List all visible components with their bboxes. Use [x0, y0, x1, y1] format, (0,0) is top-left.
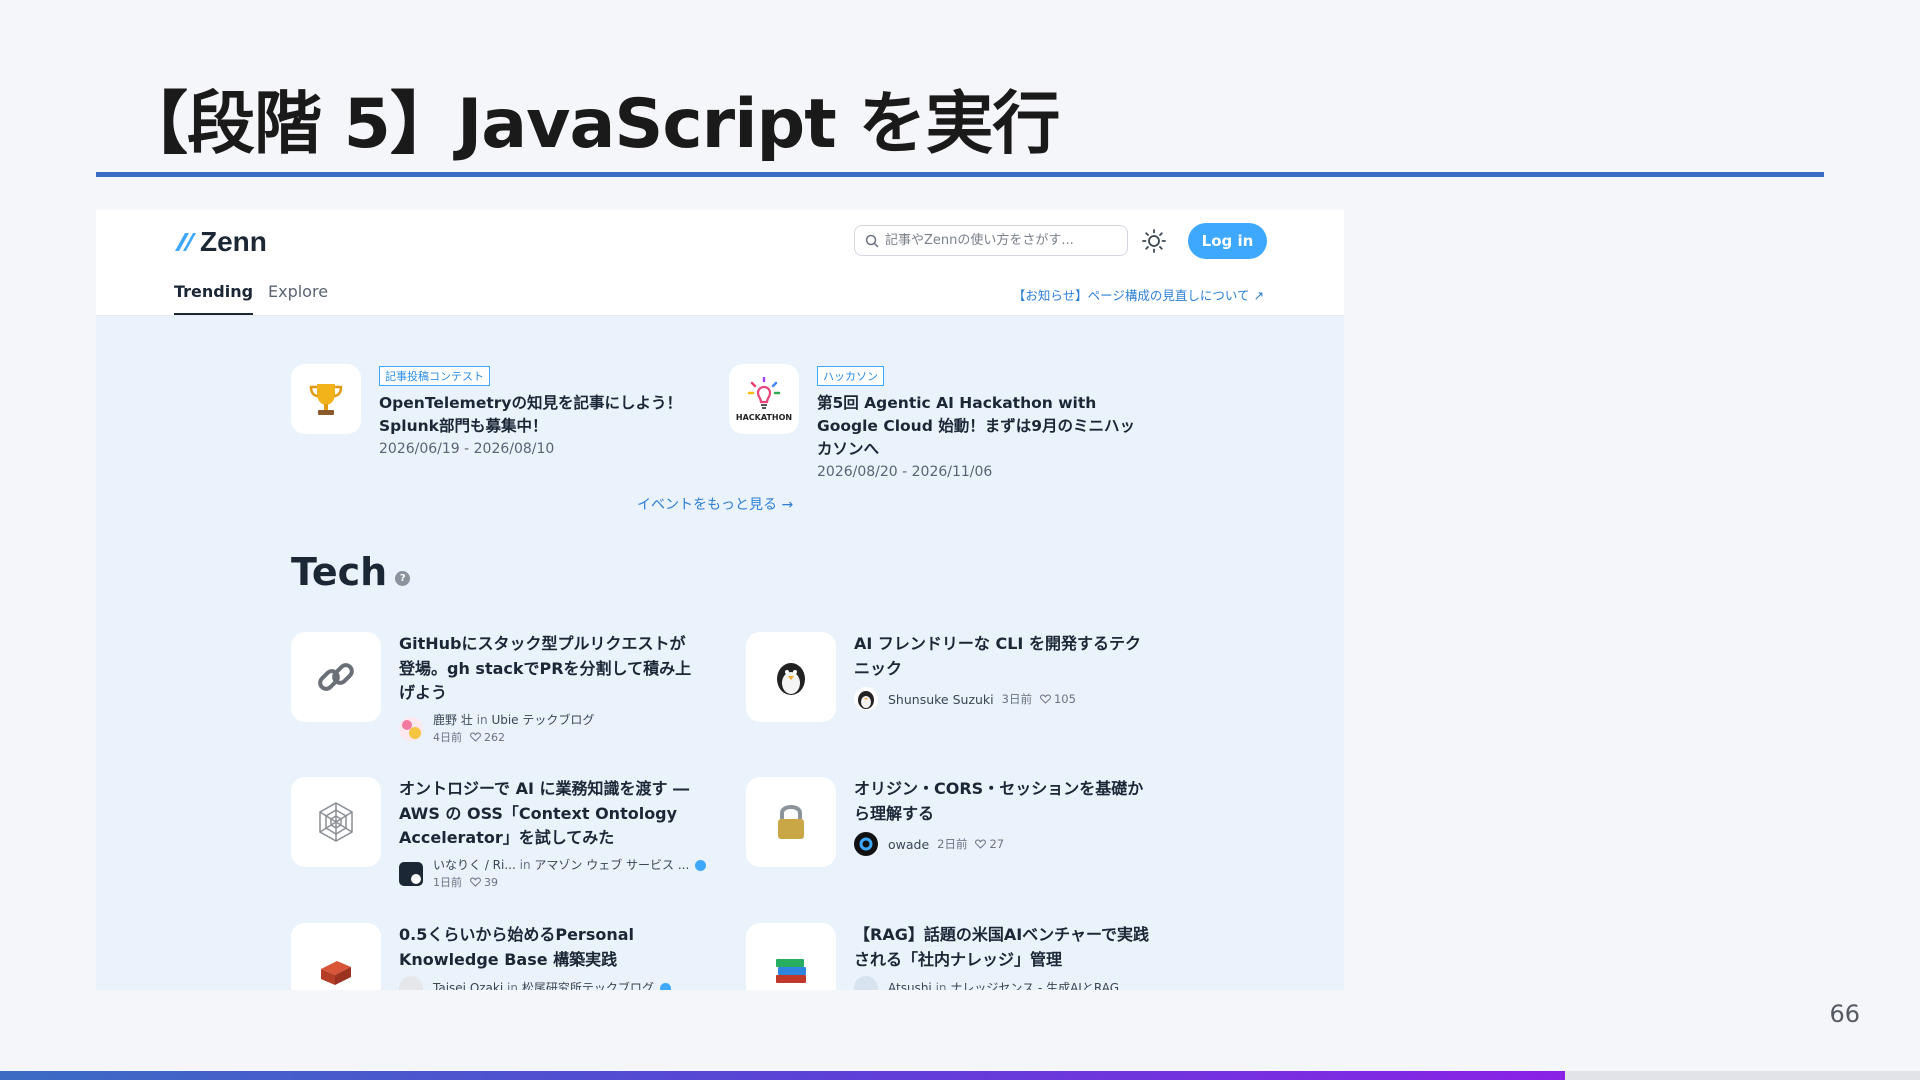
event-tag: 記事投稿コンテスト: [379, 366, 490, 386]
article-title[interactable]: AI フレンドリーな CLI を開発するテクニック: [854, 632, 1154, 681]
like-count: 105: [1053, 692, 1076, 706]
author-name[interactable]: Atsushi: [888, 980, 932, 991]
hackathon-lightbulb-icon: HACKATHON: [729, 364, 799, 434]
article-title[interactable]: 0.5くらいから始めるPersonal Knowledge Base 構築実践: [399, 923, 699, 972]
article-title[interactable]: オリジン・CORS・セッションを基礎から理解する: [854, 777, 1154, 826]
bricks-icon: [291, 923, 381, 990]
like-count: 262: [484, 730, 505, 744]
books-icon: [746, 923, 836, 990]
like-count: 39: [484, 875, 498, 889]
article-date: 2日前: [937, 837, 968, 851]
heart-icon: [975, 839, 987, 849]
tech-section-header: Tech ?: [291, 550, 411, 594]
search-icon: [865, 234, 879, 248]
slide-title: 【段階 5】JavaScript を実行: [120, 85, 1060, 164]
article-card[interactable]: 0.5くらいから始めるPersonal Knowledge Base 構築実践 …: [291, 923, 699, 990]
event-title[interactable]: 第5回 Agentic AI Hackathon with Google Clo…: [817, 392, 1137, 461]
article-title[interactable]: GitHubにスタック型プルリクエストが登場。gh stackでPRを分割して積…: [399, 632, 699, 706]
title-underline: [96, 172, 1824, 177]
article-title[interactable]: オントロジーで AI に業務知識を渡す ― AWS の OSS「Context …: [399, 777, 709, 851]
article-card[interactable]: オリジン・CORS・セッションを基礎から理解する owade 2日前 27: [746, 777, 1154, 867]
event-card[interactable]: HACKATHON ハッカソン 第5回 Agentic AI Hackathon…: [729, 364, 1137, 480]
zenn-header: Zenn Log in Trending Explore 【お知らせ】ページ構成…: [96, 210, 1344, 316]
author-name[interactable]: 鹿野 壮: [433, 713, 473, 727]
article-card[interactable]: GitHubにスタック型プルリクエストが登場。gh stackでPRを分割して積…: [291, 632, 699, 746]
publication-name[interactable]: ナレッジセンス - 生成AIとRAG: [950, 980, 1119, 991]
event-tag: ハッカソン: [817, 366, 884, 386]
author-name[interactable]: Shunsuke Suzuki: [888, 692, 994, 707]
verified-badge-icon: [695, 859, 707, 871]
like-count: 27: [989, 837, 1005, 851]
article-date: 1日前: [433, 875, 462, 889]
more-events-link[interactable]: イベントをもっと見る →: [637, 494, 793, 514]
page-number: 66: [1829, 1000, 1860, 1028]
bottom-accent-bar: [0, 1071, 1565, 1080]
avatar[interactable]: [399, 976, 423, 990]
avatar[interactable]: [854, 832, 878, 856]
event-title[interactable]: OpenTelemetryの知見を記事にしよう！Splunk部門も募集中！: [379, 392, 699, 438]
zenn-logo[interactable]: Zenn: [174, 226, 267, 258]
trophy-icon: [291, 364, 361, 434]
penguin-icon: [746, 632, 836, 722]
author-name[interactable]: Taisei Ozaki: [433, 980, 503, 991]
bottom-bar-track: [1565, 1071, 1920, 1080]
heart-icon: [1040, 694, 1051, 704]
event-date: 2026/08/20 - 2026/11/06: [817, 464, 993, 480]
publication-name[interactable]: アマゾン ウェブ サービス ...: [534, 857, 689, 874]
search-input[interactable]: [885, 233, 1115, 248]
zenn-logo-text: Zenn: [200, 226, 267, 257]
article-date: 4日前: [433, 730, 462, 744]
event-date: 2026/06/19 - 2026/08/10: [379, 441, 555, 457]
avatar[interactable]: [399, 716, 423, 741]
avatar[interactable]: [854, 976, 878, 990]
link-icon: [291, 632, 381, 722]
publication-name[interactable]: 松尾研究所テックブログ: [522, 980, 654, 991]
search-box[interactable]: [854, 225, 1128, 256]
author-name[interactable]: owade: [888, 837, 929, 852]
event-card[interactable]: 記事投稿コンテスト OpenTelemetryの知見を記事にしよう！Splunk…: [291, 364, 699, 457]
browser-screenshot: Zenn Log in Trending Explore 【お知らせ】ページ構成…: [96, 210, 1344, 990]
section-title: Tech: [291, 550, 388, 594]
help-icon[interactable]: ?: [395, 570, 411, 586]
publication-name[interactable]: Ubie テックブログ: [491, 713, 594, 727]
theme-toggle-sun-icon[interactable]: [1141, 228, 1167, 254]
article-title[interactable]: 【RAG】話題の米国AIベンチャーで実践される「社内ナレッジ」管理: [854, 923, 1154, 972]
heart-icon: [470, 877, 481, 887]
article-card[interactable]: AI フレンドリーな CLI を開発するテクニック Shunsuke Suzuk…: [746, 632, 1154, 722]
article-card[interactable]: 【RAG】話題の米国AIベンチャーで実践される「社内ナレッジ」管理 Atsush…: [746, 923, 1154, 990]
zenn-logo-icon: [175, 233, 196, 251]
lock-icon: [746, 777, 836, 867]
avatar[interactable]: [854, 687, 878, 711]
article-date: 3日前: [1001, 692, 1032, 706]
verified-badge-icon: [659, 982, 671, 990]
notice-link[interactable]: 【お知らせ】ページ構成の見直しについて ↗: [1013, 285, 1264, 304]
author-name[interactable]: いなりく / Ri...: [433, 857, 516, 874]
spider-web-icon: [291, 777, 381, 867]
article-card[interactable]: オントロジーで AI に業務知識を渡す ― AWS の OSS「Context …: [291, 777, 709, 891]
tab-explore[interactable]: Explore: [268, 282, 328, 313]
login-button[interactable]: Log in: [1188, 223, 1267, 259]
avatar[interactable]: [399, 861, 423, 886]
tab-trending[interactable]: Trending: [174, 282, 254, 315]
heart-icon: [470, 732, 481, 742]
hackathon-caption: HACKATHON: [735, 412, 793, 422]
